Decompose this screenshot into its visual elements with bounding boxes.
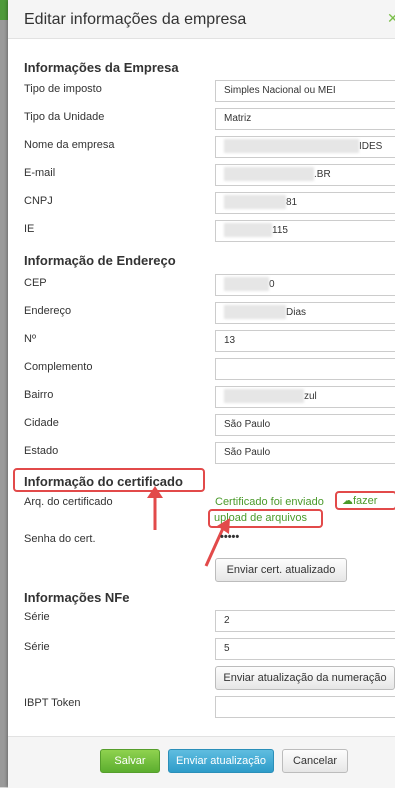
label-ibpt-token: IBPT Token [24,697,81,709]
label-nome-empresa: Nome da empresa [24,139,115,151]
redacted-area [224,305,286,320]
email-input[interactable]: .BR [215,164,395,186]
label-endereco: Endereço [24,305,72,317]
label-bairro: Bairro [24,389,54,401]
senha-certificado-field[interactable]: ••••• [220,531,239,543]
label-cnpj: CNPJ [24,195,53,207]
salvar-button[interactable]: Salvar [100,749,160,773]
section-title-endereco: Informação de Endereço [24,253,176,268]
annotation-arrow-up [147,486,163,530]
bairro-input[interactable]: zul [215,386,395,408]
enviar-atualizacao-button[interactable]: Enviar atualização [168,749,274,773]
serie-2-input[interactable]: 5 [215,638,395,660]
certificado-status: Certificado foi enviado [215,496,324,508]
numero-input[interactable]: 13 [215,330,395,352]
label-numero: Nº [24,333,36,345]
cnpj-input[interactable]: 81 [215,192,395,214]
section-title-empresa: Informações da Empresa [24,60,179,75]
label-tipo-imposto: Tipo de imposto [24,83,102,95]
label-arq-certificado: Arq. do certificado [24,496,113,508]
background-page-strip [0,0,8,787]
background-header-strip [0,0,8,20]
edit-company-modal: Editar informações da empresa ✕ Informaç… [8,0,395,788]
cloud-upload-icon: ☁ [342,495,353,507]
annotation-box-certificado-title [13,468,205,492]
tipo-unidade-select[interactable]: Matriz [215,108,395,130]
enviar-numeracao-button[interactable]: Enviar atualização da numeração [215,666,395,690]
ie-input[interactable]: 115 [215,220,395,242]
label-complemento: Complemento [24,361,93,373]
tipo-imposto-select[interactable]: Simples Nacional ou MEI [215,80,395,102]
endereco-value: Dias [286,307,307,318]
modal-footer: Salvar Enviar atualização Cancelar [8,736,395,788]
label-cep: CEP [24,277,47,289]
modal-header: Editar informações da empresa ✕ [8,0,395,39]
section-title-nfe: Informações NFe [24,590,130,605]
redacted-area [224,389,304,404]
email-value: .BR [314,169,331,180]
upload-link-part-a[interactable]: ☁fazer [342,494,377,507]
label-serie-2: Série [24,641,50,653]
redacted-area [224,277,269,292]
label-serie-1: Série [24,611,50,623]
redacted-area [224,223,272,238]
cnpj-value: 81 [286,197,298,208]
redacted-area [224,195,286,210]
cancelar-button[interactable]: Cancelar [282,749,348,773]
redacted-area [224,167,314,182]
nome-empresa-value: IDES [359,141,383,152]
label-email: E-mail [24,167,56,179]
nome-empresa-input[interactable]: IDES [215,136,395,158]
label-ie: IE [24,223,35,235]
label-cidade: Cidade [24,417,59,429]
label-estado: Estado [24,445,59,457]
estado-input[interactable]: São Paulo [215,442,395,464]
enviar-cert-button[interactable]: Enviar cert. atualizado [215,558,347,582]
ie-value: 115 [272,225,288,236]
label-senha-certificado: Senha do cert. [24,533,96,545]
cep-value: 0 [269,279,275,290]
cep-input[interactable]: 0 [215,274,395,296]
modal-title: Editar informações da empresa [24,11,247,28]
close-icon[interactable]: ✕ [387,10,395,26]
cidade-input[interactable]: São Paulo [215,414,395,436]
redacted-area [224,139,359,154]
complemento-input[interactable] [215,358,395,380]
bairro-value: zul [304,391,317,402]
upload-link-text-a: fazer [353,495,378,507]
ibpt-token-input[interactable] [215,696,395,718]
label-tipo-unidade: Tipo da Unidade [24,111,105,123]
serie-1-input[interactable]: 2 [215,610,395,632]
endereco-input[interactable]: Dias [215,302,395,324]
